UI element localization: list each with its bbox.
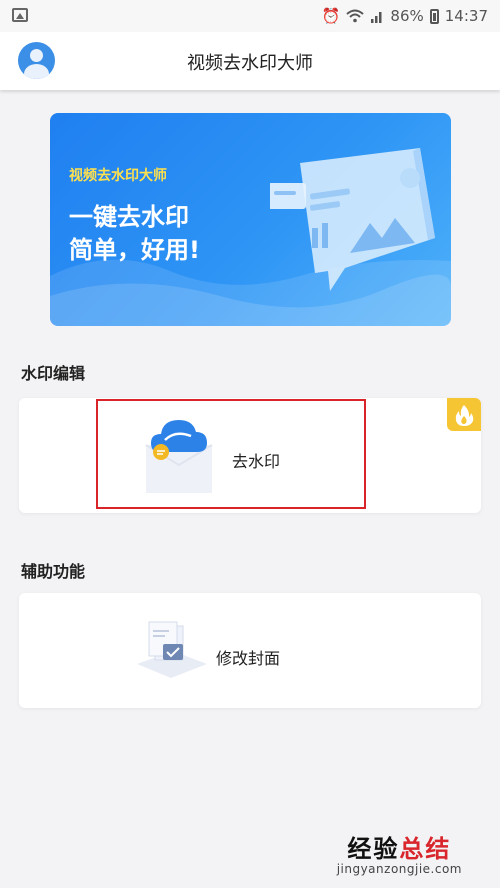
battery-percent: 86% (390, 7, 424, 25)
alarm-icon: ⏰ (321, 7, 341, 25)
status-bar: ⏰ 86% 14:37 (0, 0, 500, 32)
section-title-assist: 辅助功能 (21, 562, 86, 581)
screen-illustration-icon (270, 148, 435, 291)
signal-icon (371, 11, 382, 23)
app-header: 视频去水印大师 (0, 32, 500, 90)
banner-tag: 视频去水印大师 (69, 168, 167, 184)
banner-headline: 一键去水印 (69, 203, 189, 231)
battery-icon (429, 8, 439, 24)
edit-cover-label: 修改封面 (216, 649, 281, 668)
banner-subheadline: 简单，好用! (69, 236, 200, 264)
wifi-icon (346, 9, 365, 23)
document-icon (137, 621, 207, 678)
status-icons: ⏰ 86% 14:37 (322, 6, 488, 26)
promo-banner[interactable]: 视频去水印大师 一键去水印 简单，好用! (50, 113, 451, 326)
watermark-url: jingyanzongjie.com (336, 862, 462, 876)
watermark-logo-text: 经验总结 (347, 835, 452, 863)
fire-icon (447, 398, 481, 431)
page-title: 视频去水印大师 (187, 53, 313, 74)
gallery-icon (12, 8, 28, 22)
selection-highlight (96, 399, 366, 509)
edit-cover-card[interactable]: 修改封面 (19, 593, 481, 708)
status-time: 14:37 (444, 7, 488, 25)
section-title-watermark-edit: 水印编辑 (21, 364, 86, 383)
site-watermark: 经验总结 jingyanzongjie.com (337, 829, 462, 876)
